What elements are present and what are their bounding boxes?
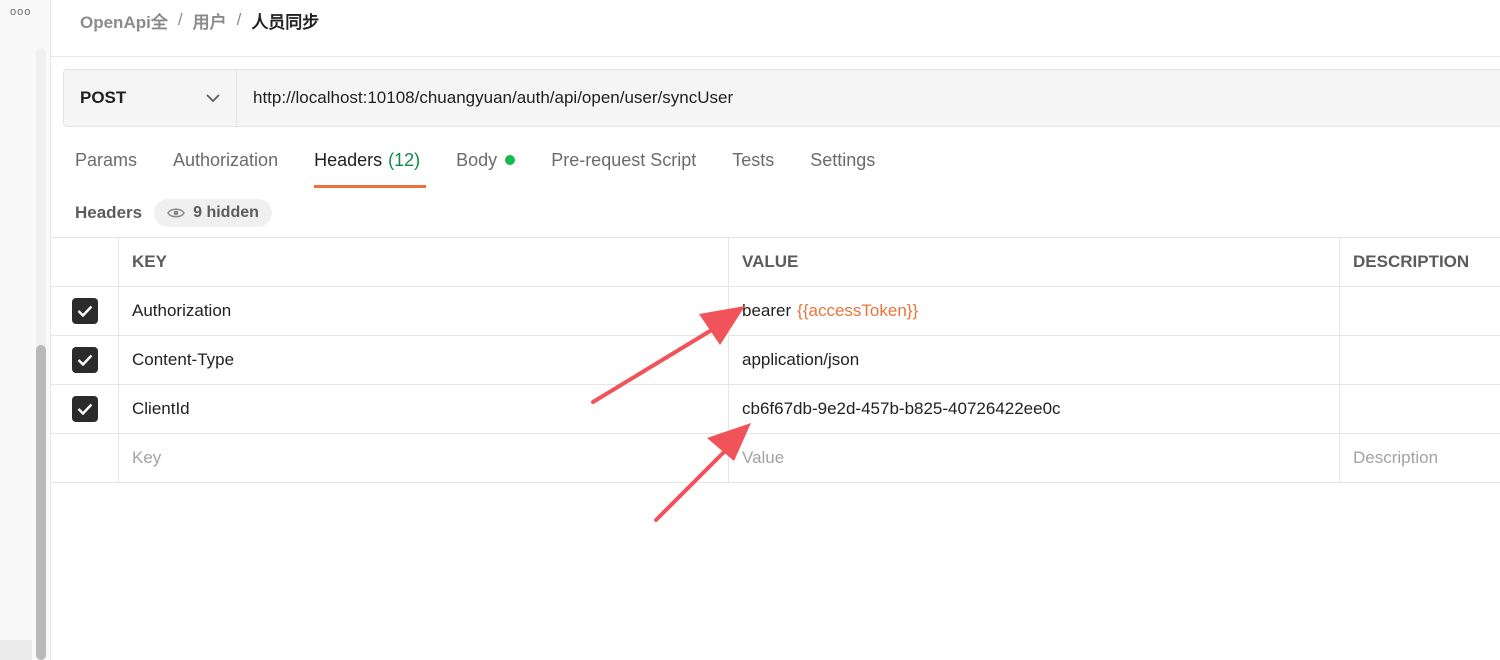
header-description-field[interactable] [1340,336,1500,384]
breadcrumb: OpenApi全 / 用户 / 人员同步 [80,8,319,32]
table-row: Content-Type application/json [51,336,1500,385]
headers-count: (12) [388,150,421,170]
header-description-field[interactable] [1340,287,1500,335]
method-select[interactable]: POST [64,70,237,126]
header-value-field[interactable]: application/json [729,336,1340,384]
header-key-field[interactable]: Authorization [119,287,729,335]
column-header-description: DESCRIPTION [1353,252,1470,271]
more-options-icon[interactable]: ooo [10,6,31,18]
breadcrumb-separator: / [236,10,242,29]
header-divider [51,56,1500,57]
headers-meta: Headers 9 hidden [75,199,272,227]
table-row: ClientId cb6f67db-9e2d-457b-b825-4072642… [51,385,1500,434]
eye-icon [167,208,185,218]
header-value-field[interactable]: bearer {{accessToken}} [729,287,1340,335]
table-row: Authorization bearer {{accessToken}} [51,287,1500,336]
hidden-headers-count: 9 hidden [193,204,259,221]
breadcrumb-separator: / [177,10,183,29]
new-key-input[interactable]: Key [119,434,729,482]
breadcrumb-folder[interactable]: 用户 [193,8,227,33]
breadcrumb-collection[interactable]: OpenApi全 [80,8,168,33]
row-enabled-checkbox[interactable] [71,396,98,422]
tab-settings[interactable]: Settings [810,150,875,188]
tab-headers[interactable]: Headers (12) [314,150,427,188]
header-key-field[interactable]: Content-Type [119,336,729,384]
new-value-input[interactable]: Value [729,434,1340,482]
checkmark-icon [77,354,92,366]
hidden-headers-toggle[interactable]: 9 hidden [154,199,272,227]
headers-section-label: Headers [75,203,143,222]
checkmark-icon [77,403,92,415]
tab-body[interactable]: Body [456,150,516,188]
row-enabled-checkbox[interactable] [71,347,98,373]
tab-authorization[interactable]: Authorization [173,150,278,188]
new-description-input[interactable]: Description [1340,434,1500,482]
environment-variable: {{accessToken}} [797,301,919,320]
request-bar: POST http://localhost:10108/chuangyuan/a… [63,69,1500,127]
chevron-down-icon [206,93,220,103]
header-value-field[interactable]: cb6f67db-9e2d-457b-b825-40726422ee0c [729,385,1340,433]
method-label: POST [80,88,127,107]
scrollbar-thumb[interactable] [36,345,46,660]
tab-params[interactable]: Params [75,150,137,188]
sidebar-footer [0,640,32,660]
column-header-key: KEY [119,238,729,286]
column-header-value: VALUE [729,238,1340,286]
table-row-new: Key Value Description [51,434,1500,483]
tab-pre-request-script[interactable]: Pre-request Script [551,150,696,188]
url-input[interactable]: http://localhost:10108/chuangyuan/auth/a… [237,88,733,108]
header-description-field[interactable] [1340,385,1500,433]
header-check-column [51,238,119,286]
headers-table: KEY VALUE DESCRIPTION Authorization bear… [51,237,1500,483]
table-header-row: KEY VALUE DESCRIPTION [51,237,1500,287]
header-key-field[interactable]: ClientId [119,385,729,433]
body-indicator-dot-icon [505,155,516,165]
request-tabs: Params Authorization Headers (12) Body P… [75,150,911,190]
checkmark-icon [77,305,92,317]
row-enabled-checkbox[interactable] [71,298,98,324]
tab-tests[interactable]: Tests [732,150,774,188]
breadcrumb-request-name[interactable]: 人员同步 [251,8,319,33]
